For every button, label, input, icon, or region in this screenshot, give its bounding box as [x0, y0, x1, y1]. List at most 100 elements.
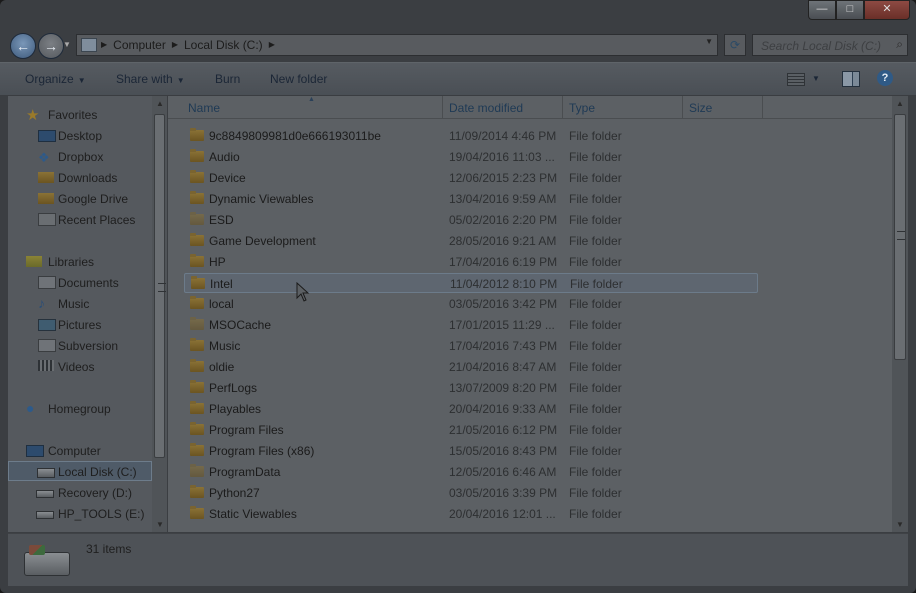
view-options-dropdown-icon[interactable]: ▼ [812, 74, 820, 83]
close-button[interactable]: ✕ [864, 0, 910, 20]
scrollbar-thumb[interactable] [154, 114, 166, 458]
search-box[interactable]: ⌕ [752, 34, 908, 56]
file-type: File folder [569, 423, 622, 437]
sidebar-item-recovery-d[interactable]: Recovery (D:) [8, 483, 152, 503]
table-row[interactable]: Dynamic Viewables 13/04/2016 9:59 AM File … [184, 189, 758, 209]
subversion-library-icon [38, 339, 56, 352]
file-date: 12/05/2016 6:46 AM [449, 465, 557, 479]
sidebar-item-subversion[interactable]: Subversion [8, 336, 152, 356]
table-row[interactable]: Device 12/06/2015 2:23 PM File folder [184, 168, 758, 188]
new-folder-button[interactable]: New folder [270, 72, 327, 86]
folder-icon [190, 443, 204, 456]
table-row[interactable]: Python27 03/05/2016 3:39 PM File folder [184, 483, 758, 503]
sidebar-item-google-drive[interactable]: Google Drive [8, 189, 152, 209]
file-name: Device [209, 171, 246, 185]
table-row[interactable]: ESD 05/02/2016 2:20 PM File folder [184, 210, 758, 230]
organize-button[interactable]: Organize ▼ [25, 72, 86, 86]
table-row[interactable]: Music 17/04/2016 7:43 PM File folder [184, 336, 758, 356]
breadcrumb-chevron-icon[interactable]: ▶ [269, 38, 275, 52]
column-header-type[interactable]: Type [569, 101, 595, 115]
documents-icon [38, 276, 56, 289]
file-type: File folder [569, 402, 622, 416]
forward-arrow-icon: → [44, 38, 58, 54]
address-dropdown-icon[interactable]: ▼ [705, 37, 713, 46]
scroll-up-icon[interactable]: ▲ [156, 99, 164, 108]
table-row[interactable]: ProgramData 12/05/2016 6:46 AM File folder [184, 462, 758, 482]
column-divider[interactable] [762, 96, 763, 118]
change-view-icon[interactable] [787, 73, 805, 86]
sidebar-item-homegroup[interactable]: ● Homegroup [8, 399, 152, 419]
scroll-up-icon[interactable]: ▲ [896, 99, 904, 108]
sidebar-item-music[interactable]: ♪ Music [8, 294, 152, 314]
column-header-date-modified[interactable]: Date modified [449, 101, 523, 115]
sidebar-item-downloads[interactable]: Downloads [8, 168, 152, 188]
share-with-button[interactable]: Share with ▼ [116, 72, 185, 86]
sidebar-item-dropbox[interactable]: ❖ Dropbox [8, 147, 152, 167]
burn-button[interactable]: Burn [215, 72, 240, 86]
table-row[interactable]: local 03/05/2016 3:42 PM File folder [184, 294, 758, 314]
table-row[interactable]: 9c8849809981d0e666193011be 11/09/2014 4:4… [184, 126, 758, 146]
breadcrumb-local-disk[interactable]: Local Disk (C:) [184, 38, 263, 52]
search-icon[interactable]: ⌕ [896, 37, 903, 52]
address-bar[interactable]: ▶ Computer ▶ Local Disk (C:) ▶ ▼ [76, 34, 718, 56]
grip-icon [897, 231, 905, 240]
table-row[interactable]: Program Files 21/05/2016 6:12 PM File fold… [184, 420, 758, 440]
minimize-button[interactable]: — [808, 0, 836, 20]
maximize-button[interactable]: □ [836, 0, 864, 20]
refresh-button[interactable]: ⟳ [724, 34, 746, 56]
breadcrumb-chevron-icon[interactable]: ▶ [101, 38, 107, 52]
column-header-size[interactable]: Size [689, 101, 712, 115]
sidebar-item-recent-places[interactable]: Recent Places [8, 210, 152, 230]
table-row[interactable]: HP 17/04/2016 6:19 PM File folder [184, 252, 758, 272]
recent-pages-dropdown-icon[interactable]: ▼ [63, 40, 71, 49]
column-divider[interactable] [562, 96, 563, 118]
table-row[interactable]: Program Files (x86) 15/05/2016 8:43 PM Fil… [184, 441, 758, 461]
sidebar-item-label: Subversion [58, 339, 119, 353]
table-row[interactable]: Static Viewables 20/04/2016 12:01 ... File… [184, 504, 758, 524]
file-name: PerfLogs [209, 381, 258, 395]
column-divider[interactable] [682, 96, 683, 118]
sidebar-item-desktop[interactable]: Desktop [8, 126, 152, 146]
file-type: File folder [569, 465, 622, 479]
scrollbar-thumb[interactable] [894, 114, 906, 360]
navigation-pane-scrollbar[interactable]: ▲ ▼ [152, 96, 167, 532]
column-header-name[interactable]: Name [188, 101, 220, 115]
forward-button[interactable]: → [38, 33, 64, 59]
sidebar-item-documents[interactable]: Documents [8, 273, 152, 293]
table-row[interactable]: Intel 11/04/2012 8:10 PM File folder [184, 273, 758, 293]
search-input[interactable] [759, 37, 887, 54]
sidebar-item-computer[interactable]: Computer [8, 441, 152, 461]
table-row[interactable]: Game Development 28/05/2016 9:21 AM File f… [184, 231, 758, 251]
table-row[interactable]: PerfLogs 13/07/2009 8:20 PM File folder [184, 378, 758, 398]
sidebar-item-favorites[interactable]: ★ Favorites [8, 105, 152, 125]
table-row[interactable]: Playables 20/04/2016 9:33 AM File folder [184, 399, 758, 419]
sidebar-item-hp-tools-e[interactable]: HP_TOOLS (E:) [8, 504, 152, 524]
file-type: File folder [569, 255, 622, 269]
table-row[interactable]: MSOCache 17/01/2015 11:29 ... File folder [184, 315, 758, 335]
sidebar-item-videos[interactable]: Videos [8, 357, 152, 377]
file-date: 17/01/2015 11:29 ... [449, 318, 555, 332]
folder-icon [190, 359, 204, 372]
grip-icon [158, 283, 166, 292]
breadcrumb: ▶ Computer ▶ Local Disk (C:) ▶ [101, 38, 275, 52]
file-name: Python27 [209, 486, 260, 500]
scroll-down-icon[interactable]: ▼ [156, 520, 164, 529]
table-row[interactable]: Audio 19/04/2016 11:03 ... File folder [184, 147, 758, 167]
file-list-scrollbar[interactable]: ▲ ▼ [892, 96, 908, 532]
breadcrumb-chevron-icon[interactable]: ▶ [172, 38, 178, 52]
sidebar-item-local-disk-c[interactable]: Local Disk (C:) [8, 461, 152, 481]
breadcrumb-computer[interactable]: Computer [113, 38, 166, 52]
sidebar-item-pictures[interactable]: Pictures [8, 315, 152, 335]
file-date: 20/04/2016 9:33 AM [449, 402, 557, 416]
sidebar-item-label: Downloads [58, 171, 118, 185]
column-divider[interactable] [442, 96, 443, 118]
scroll-down-icon[interactable]: ▼ [896, 520, 904, 529]
preview-pane-icon[interactable] [842, 71, 860, 87]
back-button[interactable]: ← [10, 33, 36, 59]
table-row[interactable]: oldie 21/04/2016 8:47 AM File folder [184, 357, 758, 377]
help-icon[interactable]: ? [877, 70, 893, 86]
file-date: 13/07/2009 8:20 PM [449, 381, 558, 395]
file-name: Game Development [209, 234, 316, 248]
folder-icon [190, 485, 204, 498]
sidebar-item-libraries[interactable]: Libraries [8, 252, 152, 272]
